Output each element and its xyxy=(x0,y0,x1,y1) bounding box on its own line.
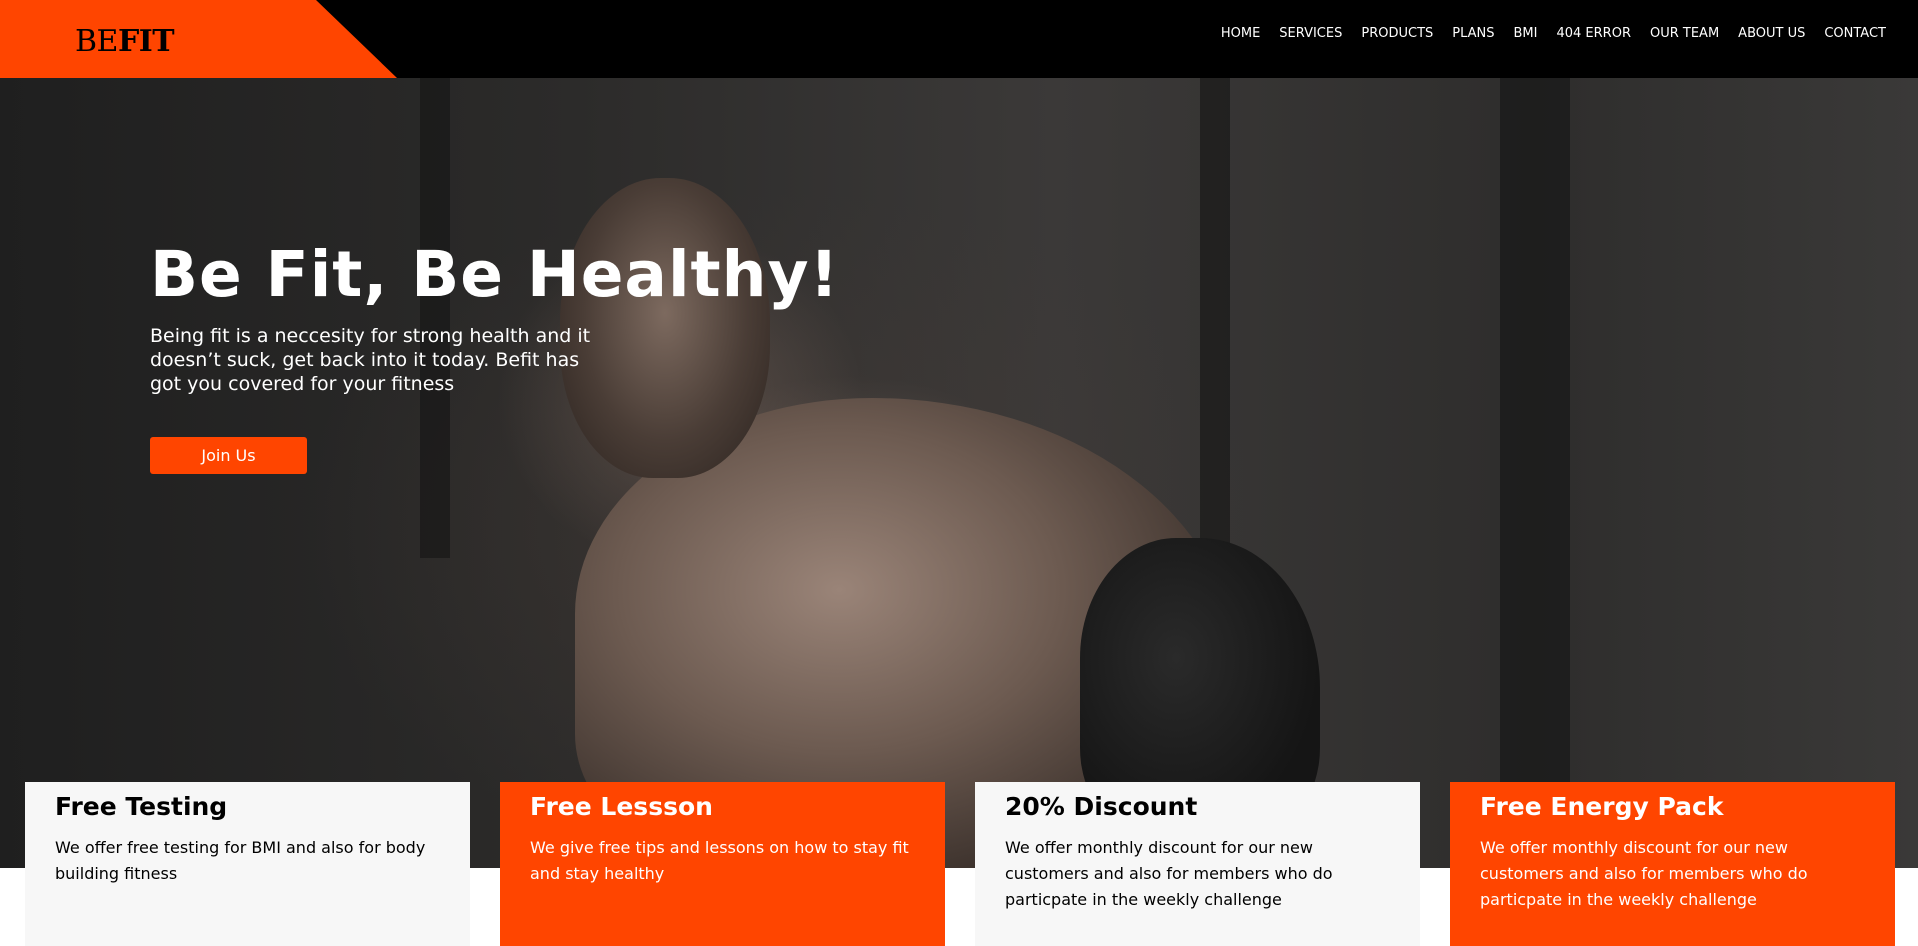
nav-contact[interactable]: CONTACT xyxy=(1824,26,1886,42)
site-logo[interactable]: BEFIT xyxy=(75,24,175,59)
logo-text-bold: FIT xyxy=(117,24,175,59)
hero-description: Being fit is a neccesity for strong heal… xyxy=(150,325,591,395)
feature-text: We offer free testing for BMI and also f… xyxy=(55,838,426,883)
feature-title: Free Energy Pack xyxy=(1480,792,1724,821)
logo-text-light: BE xyxy=(75,24,118,59)
nav-about-us[interactable]: ABOUT US xyxy=(1738,26,1805,42)
nav-404-error[interactable]: 404 ERROR xyxy=(1556,26,1631,42)
feature-text: We offer monthly discount for our new cu… xyxy=(1005,838,1333,909)
nav-services[interactable]: SERVICES xyxy=(1279,26,1342,42)
feature-title: Free Testing xyxy=(55,792,228,821)
feature-title: Free Lessson xyxy=(530,792,713,821)
background-rack xyxy=(420,78,450,558)
feature-card-free-lesson: Free Lessson We give free tips and lesso… xyxy=(500,782,945,946)
feature-text: We give free tips and lessons on how to … xyxy=(530,838,909,883)
feature-card-discount: 20% Discount We offer monthly discount f… xyxy=(975,782,1420,946)
logo-background xyxy=(0,0,397,78)
feature-text: We offer monthly discount for our new cu… xyxy=(1480,838,1808,909)
nav-products[interactable]: PRODUCTS xyxy=(1361,26,1433,42)
hero-section: Be Fit, Be Healthy! Being fit is a necce… xyxy=(0,78,1918,868)
hero-title: Be Fit, Be Healthy! xyxy=(150,238,840,311)
nav-our-team[interactable]: OUR TEAM xyxy=(1650,26,1719,42)
join-us-button[interactable]: Join Us xyxy=(150,437,307,474)
nav-home[interactable]: HOME xyxy=(1221,26,1260,42)
nav-bmi[interactable]: BMI xyxy=(1514,26,1538,42)
main-nav: HOME SERVICES PRODUCTS PLANS BMI 404 ERR… xyxy=(1221,26,1886,42)
feature-card-free-testing: Free Testing We offer free testing for B… xyxy=(25,782,470,946)
nav-plans[interactable]: PLANS xyxy=(1452,26,1494,42)
background-rack xyxy=(1500,78,1570,868)
feature-card-energy-pack: Free Energy Pack We offer monthly discou… xyxy=(1450,782,1895,946)
feature-title: 20% Discount xyxy=(1005,792,1198,821)
site-header: BEFIT HOME SERVICES PRODUCTS PLANS BMI 4… xyxy=(0,0,1918,78)
